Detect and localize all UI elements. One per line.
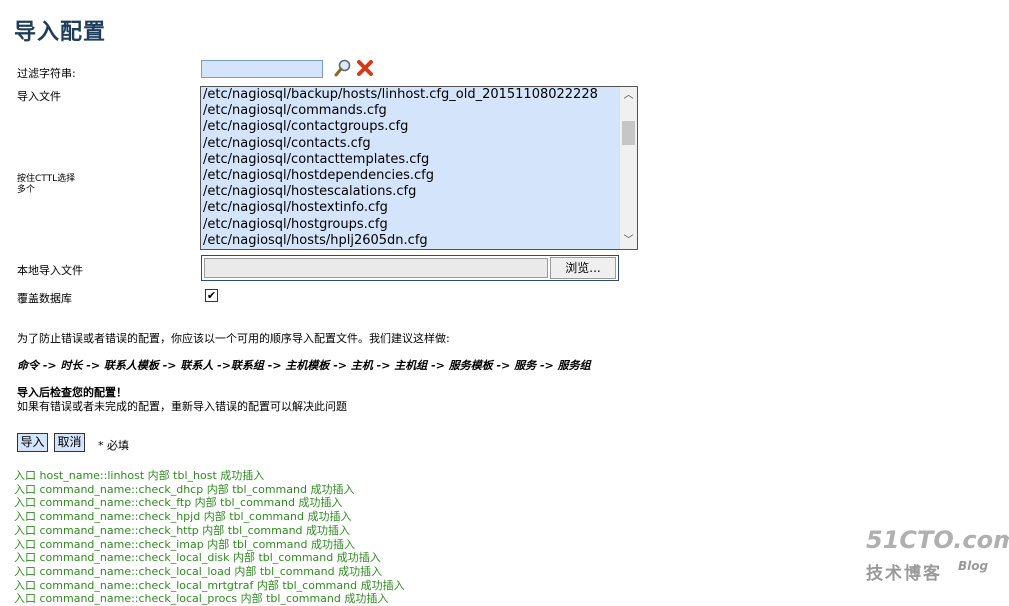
file-list-option[interactable]: /etc/nagiosql/contactgroups.cfg (203, 119, 619, 135)
file-list-option[interactable]: /etc/nagiosql/hosts/hplj2605dn.cfg (203, 233, 619, 249)
browse-button[interactable]: 浏览... (550, 257, 616, 279)
overwrite-checkbox[interactable]: ✔ (205, 289, 218, 302)
scrollbar-thumb[interactable] (622, 121, 635, 145)
import-button[interactable]: 导入 (17, 433, 48, 452)
file-list-option[interactable]: /etc/nagiosql/backup/hosts/linhost.cfg_o… (203, 87, 619, 103)
ctrl-hint: 按住CTTL选择 多个 (17, 174, 75, 196)
log-line: 入口 command_name::check_dhcp 内部 tbl_comma… (14, 482, 355, 496)
filter-input[interactable] (201, 60, 323, 78)
log-line: 入口 command_name::check_local_disk 内部 tbl… (14, 551, 381, 565)
clear-icon[interactable] (356, 59, 374, 77)
log-line: 入口 command_name::check_http 内部 tbl_comma… (14, 523, 351, 537)
local-file-label: 本地导入文件 (17, 264, 83, 277)
log-line: 入口 command_name::check_local_procs 内部 tb… (14, 592, 389, 606)
log-line: 入口 host_name::linhost 内部 tbl_host 成功插入 (14, 469, 265, 482)
required-note: * 必填 (98, 439, 129, 452)
chevron-down-icon[interactable]: ﹀ (620, 232, 637, 249)
file-list-option[interactable]: /etc/nagiosql/contacttemplates.cfg (203, 152, 619, 168)
import-log: 入口 host_name::linhost 内部 tbl_host 成功插入 入口… (14, 469, 405, 606)
log-line: 入口 command_name::check_local_mrtgtraf 内部… (14, 578, 405, 592)
file-list[interactable]: /etc/nagiosql/backup/hosts/linhost.cfg_o… (203, 87, 619, 249)
overwrite-label: 覆盖数据库 (17, 292, 72, 305)
log-line: 入口 command_name::check_ftp 内部 tbl_comman… (14, 496, 343, 510)
check-text: 如果有错误或者未完成的配置，重新导入错误的配置可以解决此问题 (17, 400, 347, 413)
filter-label: 过滤字符串: (17, 67, 76, 80)
log-line: 入口 command_name::check_imap 内部 tbl_comma… (14, 537, 355, 551)
search-icon[interactable] (334, 59, 352, 77)
file-list-option[interactable]: /etc/nagiosql/commands.cfg (203, 103, 619, 119)
cancel-button[interactable]: 取消 (54, 433, 85, 452)
file-list-option[interactable]: /etc/nagiosql/contacts.cfg (203, 136, 619, 152)
watermark-blog: Blog (958, 559, 989, 573)
local-file-picker[interactable]: 浏览... (201, 255, 619, 281)
ctrl-hint-line2: 多个 (17, 185, 36, 195)
log-line: 入口 command_name::check_local_load 内部 tbl… (14, 564, 383, 578)
order-text: 为了防止错误或者错误的配置，你应该以一个可用的顺序导入配置文件。我们建议这样做: (17, 332, 450, 345)
import-file-listbox[interactable]: /etc/nagiosql/backup/hosts/linhost.cfg_o… (200, 86, 638, 250)
watermark-site: 51CTO.com (866, 526, 1009, 554)
chevron-up-icon[interactable]: ︿ (620, 87, 637, 104)
local-file-field[interactable] (204, 258, 548, 278)
listbox-scrollbar[interactable]: ︿ ﹀ (619, 87, 637, 249)
file-list-option[interactable]: /etc/nagiosql/hostgroups.cfg (203, 217, 619, 233)
file-list-option[interactable]: /etc/nagiosql/hostdependencies.cfg (203, 168, 619, 184)
import-order-chain: 命令 -> 时长 -> 联系人模板 -> 联系人 ->联系组 -> 主机模板 -… (17, 359, 591, 372)
ctrl-hint-line1: 按住CTTL选择 (17, 174, 76, 184)
watermark-cn: 技术博客 (866, 564, 942, 584)
log-line: 入口 command_name::check_hpjd 内部 tbl_comma… (14, 510, 352, 524)
file-list-option[interactable]: /etc/nagiosql/hostescalations.cfg (203, 184, 619, 200)
import-file-label: 导入文件 (17, 90, 61, 103)
file-list-option[interactable]: /etc/nagiosql/hostextinfo.cfg (203, 200, 619, 216)
page-title: 导入配置 (14, 20, 107, 45)
